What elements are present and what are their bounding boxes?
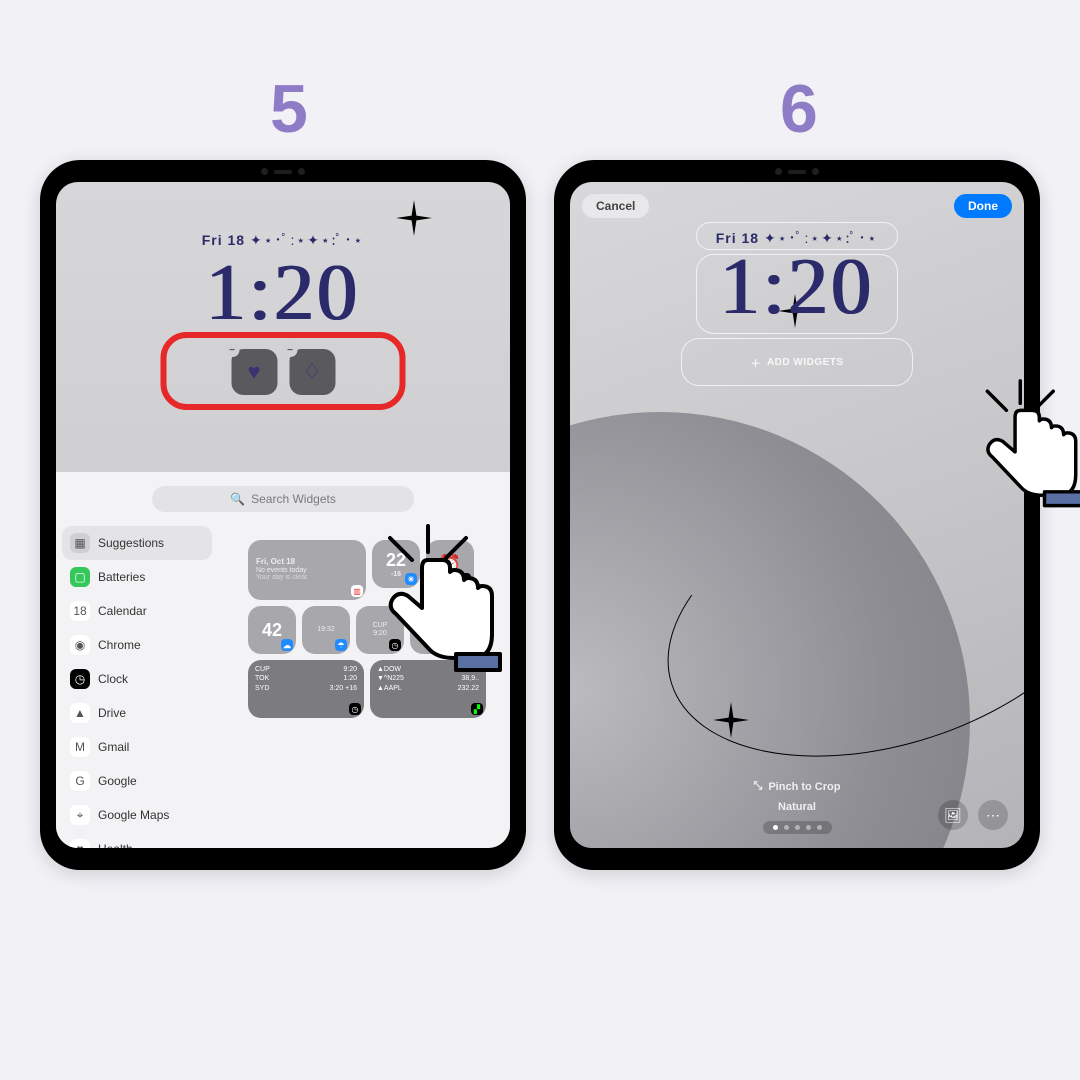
step-number-6: 6 — [780, 70, 818, 148]
chrome-icon: ◉ — [70, 635, 90, 655]
sidebar-item-gmail[interactable]: M Gmail — [62, 730, 212, 764]
health-icon: ♥ — [443, 639, 455, 651]
lock-date-text: Fri 18 — [202, 232, 245, 248]
add-widgets-label: ADD WIDGETS — [767, 357, 844, 368]
lock-clock: 1:20 — [720, 242, 874, 333]
widget-picker: 🔍 Search Widgets ▦ Suggestions ▢ Batteries 1… — [56, 472, 510, 848]
sidebar-item-label: Chrome — [98, 638, 141, 652]
stock-row: ▼^N22538,9.. — [377, 674, 479, 683]
sidebar-item-label: Batteries — [98, 570, 145, 584]
calendar-icon: ▥ — [351, 585, 363, 597]
plus-icon: ＋ — [750, 355, 761, 370]
search-placeholder: Search Widgets — [251, 492, 336, 506]
weather-icon: ☀ — [405, 573, 417, 585]
done-button[interactable]: Done — [954, 194, 1012, 218]
diamond-icon: ♢ — [302, 359, 322, 385]
remove-widget-icon[interactable]: − — [283, 343, 297, 357]
widget-42[interactable]: 42 ☁ — [248, 606, 296, 654]
sidebar-item-calendar[interactable]: 18 Calendar — [62, 594, 212, 628]
widget-world-clock[interactable]: CUP9:20TOK1:20SYD3:20 +16 ◷ — [248, 660, 364, 718]
pinch-label: Pinch to Crop — [768, 781, 840, 793]
widget-activity-22[interactable]: 22 -16 ☀ — [372, 540, 420, 588]
ellipsis-icon: ⋯ — [986, 807, 1000, 824]
widget-cup-a[interactable]: CUP 9:20 ◷ — [356, 606, 404, 654]
lock-clock: 1:20 — [206, 248, 360, 339]
weather-icon: ☁ — [281, 639, 293, 651]
widget-alarm[interactable]: ⏰ ◷ — [426, 540, 474, 588]
widget-stocks[interactable]: ▲DOW43,198▼^N22538,9..▲AAPL232.22 ▞ — [370, 660, 486, 718]
pinch-to-crop-hint: ⤡ Pinch to Crop — [754, 780, 841, 793]
ipad-step6: Cancel Done Fri 18 ✦⋆･ﾟ:⋆✦⋆:ﾟ･⋆ 1:20 ＋ A… — [554, 160, 1040, 870]
category-list: ▦ Suggestions ▢ Batteries 18 Calendar ◉ Chrome ◷… — [56, 522, 218, 848]
search-input[interactable]: 🔍 Search Widgets — [152, 486, 414, 512]
google-maps-icon: ⌖ — [70, 805, 90, 825]
photos-icon: 🖼 — [944, 807, 962, 824]
sparkle-icon: ✦ — [427, 620, 440, 640]
more-button[interactable]: ⋯ — [978, 800, 1008, 830]
lock-date-decoration: ✦⋆･ﾟ:⋆✦⋆:ﾟ･⋆ — [250, 232, 364, 248]
ipad-sensors — [261, 168, 305, 175]
sidebar-item-clock[interactable]: ◷ Clock — [62, 662, 212, 696]
clock-icon: ◷ — [389, 639, 401, 651]
widget-diamond[interactable]: − ♢ — [289, 349, 335, 395]
sidebar-item-label: Suggestions — [98, 536, 164, 550]
widget-heart[interactable]: − ♥ — [231, 349, 277, 395]
widget-calendar[interactable]: Fri, Oct 18 No events today Your day is … — [248, 540, 366, 600]
world-clock-row: CUP9:20 — [255, 665, 357, 674]
ipad-step5: Fri 18 ✦⋆･ﾟ:⋆✦⋆:ﾟ･⋆ 1:20 − ♥ − ♢ 🔍 Searc… — [40, 160, 526, 870]
sidebar-item-health[interactable]: ♥ Health — [62, 832, 212, 848]
health-icon: ♥ — [70, 839, 90, 848]
ipad-screen-step5: Fri 18 ✦⋆･ﾟ:⋆✦⋆:ﾟ･⋆ 1:20 − ♥ − ♢ 🔍 Searc… — [56, 182, 510, 848]
sidebar-item-label: Calendar — [98, 604, 147, 618]
suggestion-grid: Fri, Oct 18 No events today Your day is … — [218, 522, 510, 848]
sidebar-item-label: Google — [98, 774, 137, 788]
sidebar-item-label: Google Maps — [98, 808, 169, 822]
suggestions-icon: ▦ — [70, 533, 90, 553]
stock-row: ▲DOW43,198 — [377, 665, 479, 674]
clock-icon: ◷ — [459, 573, 471, 585]
crop-icon: ⤡ — [754, 780, 763, 793]
widget-clock-1932[interactable]: 19:32 ☂ — [302, 606, 350, 654]
drive-icon: ▲ — [70, 703, 90, 723]
gmail-icon: M — [70, 737, 90, 757]
sidebar-item-label: Clock — [98, 672, 128, 686]
sidebar-item-chrome[interactable]: ◉ Chrome — [62, 628, 212, 662]
google-icon: G — [70, 771, 90, 791]
alarm-icon: ⏰ — [439, 554, 461, 575]
sidebar-item-label: Health — [98, 842, 133, 848]
photos-button[interactable]: 🖼 — [938, 800, 968, 830]
widget-spark[interactable]: ✦ ♥ — [410, 606, 458, 654]
stock-row: ▲AAPL232.22 — [377, 684, 479, 693]
lock-date: Fri 18 ✦⋆･ﾟ:⋆✦⋆:ﾟ･⋆ — [202, 230, 365, 250]
sidebar-item-label: Gmail — [98, 740, 129, 754]
sidebar-item-drive[interactable]: ▲ Drive — [62, 696, 212, 730]
world-clock-row: TOK1:20 — [255, 674, 357, 683]
clock-icon: ◷ — [349, 703, 361, 715]
search-icon: 🔍 — [230, 492, 245, 506]
lock-widget-slot[interactable]: − ♥ − ♢ — [161, 338, 406, 406]
filter-name: Natural — [778, 801, 816, 813]
stocks-icon: ▞ — [471, 703, 483, 715]
sparkle-icon — [396, 200, 432, 236]
step-number-5: 5 — [270, 70, 308, 148]
filter-pager[interactable] — [763, 821, 832, 834]
remove-widget-icon[interactable]: − — [225, 343, 239, 357]
clock-icon: ◷ — [70, 669, 90, 689]
sparkle-icon — [713, 702, 749, 738]
batteries-icon: ▢ — [70, 567, 90, 587]
sidebar-item-batteries[interactable]: ▢ Batteries — [62, 560, 212, 594]
sidebar-item-google-maps[interactable]: ⌖ Google Maps — [62, 798, 212, 832]
ipad-sensors — [775, 168, 819, 175]
calendar-icon: 18 — [70, 601, 90, 621]
sidebar-item-google[interactable]: G Google — [62, 764, 212, 798]
sidebar-item-suggestions[interactable]: ▦ Suggestions — [62, 526, 212, 560]
heart-icon: ♥ — [247, 359, 260, 385]
add-widgets-button[interactable]: ＋ ADD WIDGETS — [681, 338, 913, 386]
sidebar-item-label: Drive — [98, 706, 126, 720]
world-clock-row: SYD3:20 +16 — [255, 684, 357, 693]
ipad-screen-step6: Cancel Done Fri 18 ✦⋆･ﾟ:⋆✦⋆:ﾟ･⋆ 1:20 ＋ A… — [570, 182, 1024, 848]
weather-icon: ☂ — [335, 639, 347, 651]
cancel-button[interactable]: Cancel — [582, 194, 649, 218]
